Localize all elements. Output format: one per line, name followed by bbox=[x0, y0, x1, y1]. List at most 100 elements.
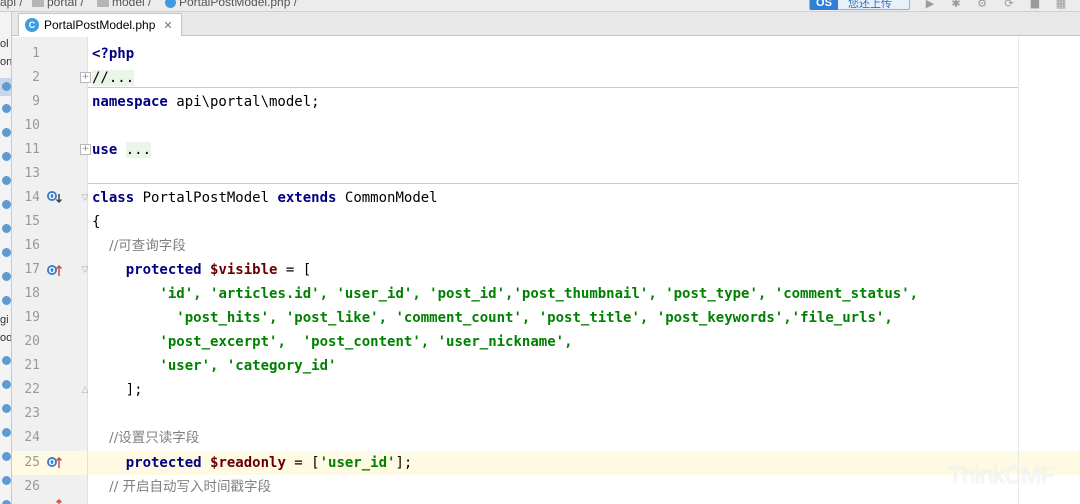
code-line-comment[interactable]: //设置只读字段 bbox=[92, 426, 199, 450]
code-line[interactable]: 'post_hits', 'post_like', 'comment_count… bbox=[92, 306, 893, 330]
project-item[interactable] bbox=[0, 352, 11, 370]
class-icon bbox=[2, 404, 11, 413]
folder-icon bbox=[32, 0, 44, 8]
code-line-current[interactable]: protected $readonly = ['user_id']; bbox=[92, 451, 413, 475]
profile-icon[interactable]: ⟳ bbox=[1003, 0, 1015, 9]
project-item[interactable]: gi bbox=[0, 314, 11, 332]
php-class-icon bbox=[165, 0, 176, 9]
project-item[interactable] bbox=[0, 424, 11, 442]
upload-badge: OS bbox=[810, 0, 838, 10]
breadcrumb-item-api[interactable]: api / bbox=[0, 0, 23, 9]
line-number: 23 bbox=[24, 406, 40, 421]
line-number: 25 bbox=[24, 455, 40, 470]
section-separator bbox=[88, 87, 1018, 88]
class-icon bbox=[2, 476, 11, 485]
line-number: 17 bbox=[24, 262, 40, 277]
code-line[interactable]: class PortalPostModel extends CommonMode… bbox=[92, 186, 438, 210]
line-number: 14 bbox=[24, 190, 40, 205]
breadcrumb-item-portal[interactable]: portal / bbox=[32, 0, 84, 9]
watermark: ThinkCMF bbox=[948, 462, 1055, 489]
class-icon bbox=[2, 128, 11, 137]
project-item[interactable] bbox=[0, 472, 11, 490]
project-item[interactable]: oo bbox=[0, 332, 11, 350]
svg-text:O: O bbox=[49, 266, 56, 275]
code-line-folded[interactable]: use ... bbox=[92, 138, 152, 162]
overrides-icon[interactable]: O bbox=[46, 454, 62, 470]
run-icon[interactable]: ▶ bbox=[924, 0, 936, 9]
project-item-selected[interactable] bbox=[0, 78, 11, 96]
line-number: 13 bbox=[24, 166, 40, 181]
svg-text:O: O bbox=[49, 458, 56, 467]
implemented-icon[interactable]: O bbox=[46, 190, 62, 206]
line-number: 10 bbox=[24, 118, 40, 133]
class-icon bbox=[2, 500, 11, 504]
line-number: 18 bbox=[24, 286, 40, 301]
line-number: 1 bbox=[32, 46, 40, 61]
class-icon bbox=[2, 248, 11, 257]
line-number: 15 bbox=[24, 214, 40, 229]
class-icon bbox=[2, 104, 11, 113]
project-item[interactable] bbox=[0, 400, 11, 418]
project-item[interactable] bbox=[0, 100, 11, 118]
class-icon bbox=[2, 176, 11, 185]
class-icon bbox=[2, 152, 11, 161]
project-item[interactable]: ol bbox=[0, 38, 11, 56]
line-number: 11 bbox=[24, 142, 40, 157]
collapse-fold-icon[interactable]: ▽ bbox=[80, 265, 90, 275]
project-item[interactable] bbox=[0, 196, 11, 214]
code-line-folded[interactable]: //... bbox=[92, 66, 135, 90]
breadcrumb-item-model[interactable]: model / bbox=[97, 0, 151, 9]
code-line[interactable]: 'post_excerpt', 'post_content', 'user_ni… bbox=[92, 330, 572, 354]
line-number: 24 bbox=[24, 430, 40, 445]
project-panel: ol ont gi oo bbox=[0, 12, 12, 504]
project-item[interactable] bbox=[0, 172, 11, 190]
project-item[interactable] bbox=[0, 376, 11, 394]
line-number: 20 bbox=[24, 334, 40, 349]
expand-fold-icon[interactable]: + bbox=[80, 144, 91, 155]
project-item[interactable]: ont bbox=[0, 56, 11, 74]
class-icon bbox=[2, 296, 11, 305]
upload-label: 您还上传 bbox=[848, 0, 892, 10]
fold-end-icon[interactable]: △ bbox=[80, 385, 90, 395]
class-icon bbox=[2, 272, 11, 281]
svg-text:O: O bbox=[49, 192, 56, 201]
code-line[interactable]: 'user', 'category_id' bbox=[92, 354, 336, 378]
project-item[interactable] bbox=[0, 148, 11, 166]
coverage-icon[interactable]: ⚙ bbox=[976, 0, 988, 9]
folder-icon bbox=[97, 0, 109, 8]
line-number: 16 bbox=[24, 238, 40, 253]
project-item[interactable] bbox=[0, 124, 11, 142]
breadcrumb-item-file[interactable]: PortalPostModel.php / bbox=[165, 0, 297, 9]
code-line-comment[interactable]: //可查询字段 bbox=[92, 234, 186, 258]
tab-portalpostmodel[interactable]: C PortalPostModel.php ✕ bbox=[18, 13, 182, 36]
upload-button[interactable]: OS 您还上传 bbox=[809, 0, 910, 10]
class-icon bbox=[2, 200, 11, 209]
code-line[interactable]: protected $visible = [ bbox=[92, 258, 311, 282]
overrides-icon[interactable] bbox=[54, 496, 70, 504]
line-number: 9 bbox=[32, 94, 40, 109]
code-line[interactable]: <?php bbox=[92, 42, 134, 66]
project-item[interactable] bbox=[0, 220, 11, 238]
code-line[interactable]: 'id', 'articles.id', 'user_id', 'post_id… bbox=[92, 282, 918, 306]
code-line-comment[interactable]: // 开启自动写入时间戳字段 bbox=[92, 475, 271, 499]
class-icon bbox=[2, 452, 11, 461]
project-item[interactable] bbox=[0, 244, 11, 262]
tab-label: PortalPostModel.php bbox=[44, 18, 156, 32]
code-line[interactable]: namespace api\portal\model; bbox=[92, 90, 320, 114]
close-icon[interactable]: ✕ bbox=[163, 19, 172, 32]
structure-icon[interactable]: ▦ bbox=[1055, 0, 1067, 9]
project-item[interactable] bbox=[0, 448, 11, 466]
class-icon bbox=[2, 356, 11, 365]
code-line[interactable]: ]; bbox=[92, 378, 143, 402]
collapse-fold-icon[interactable]: ▽ bbox=[80, 193, 90, 203]
stop-icon[interactable]: ■ bbox=[1029, 0, 1041, 9]
project-item[interactable] bbox=[0, 496, 11, 504]
php-class-icon: C bbox=[25, 18, 39, 32]
debug-icon[interactable]: ✱ bbox=[950, 0, 962, 9]
editor-tab-bar: C PortalPostModel.php ✕ bbox=[12, 12, 1080, 36]
code-line[interactable]: { bbox=[92, 210, 100, 234]
overrides-icon[interactable]: O bbox=[46, 262, 62, 278]
project-item[interactable] bbox=[0, 268, 11, 286]
expand-fold-icon[interactable]: + bbox=[80, 72, 91, 83]
project-item[interactable] bbox=[0, 292, 11, 310]
